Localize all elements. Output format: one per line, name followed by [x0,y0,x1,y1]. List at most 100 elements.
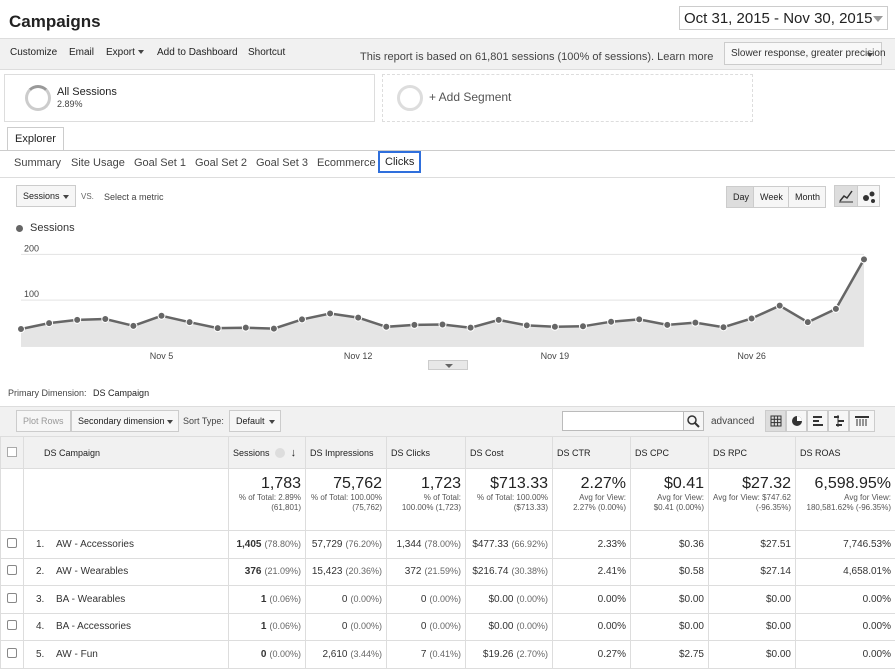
data-point[interactable] [410,320,419,329]
row-checkbox-cell[interactable] [0,530,24,559]
data-point[interactable] [635,315,644,324]
day-button[interactable]: Day [726,186,754,208]
add-segment-button[interactable]: + Add Segment [382,74,753,122]
week-button[interactable]: Week [753,186,789,208]
row-checkbox[interactable] [7,565,17,576]
data-point[interactable] [747,314,756,323]
header-ds-cpc[interactable]: DS CPC [630,436,709,469]
header-ds-campaign[interactable]: DS Campaign [23,436,229,469]
data-point[interactable] [101,314,110,323]
plot-rows-button[interactable]: Plot Rows [16,410,71,432]
row-checkbox[interactable] [7,647,17,658]
header-ds-impressions[interactable]: DS Impressions [305,436,387,469]
subtab-site-usage[interactable]: Site Usage [71,157,125,169]
data-point[interactable] [241,323,250,332]
metric-dropdown[interactable]: Sessions [16,185,76,207]
header-ds-roas[interactable]: DS ROAS [795,436,895,469]
data-point[interactable] [663,320,672,329]
data-point[interactable] [298,315,306,324]
email-button[interactable]: Email [69,47,94,58]
subtab-summary[interactable]: Summary [14,157,61,169]
search-button[interactable] [683,411,704,431]
subtab-clicks[interactable]: Clicks [378,151,422,173]
data-point[interactable] [382,322,391,331]
row-checkbox[interactable] [7,592,17,603]
data-point[interactable] [213,324,222,333]
view-pie-button[interactable] [786,410,807,432]
data-point[interactable] [719,323,728,332]
shortcut-button[interactable]: Shortcut [248,47,285,58]
table-row[interactable]: 3. BA - Wearables 1 (0.06%) 0 (0.00%) 0 (0.00%)… [0,585,895,614]
subtab-goal-set-2[interactable]: Goal Set 2 [195,157,247,169]
data-point[interactable] [466,323,475,332]
data-point[interactable] [522,321,531,330]
row-checkbox-cell[interactable] [0,640,24,669]
line-chart-button[interactable] [834,185,858,207]
data-point[interactable] [607,317,616,326]
data-point[interactable] [860,255,868,264]
data-point[interactable] [129,321,138,330]
tab-explorer[interactable]: Explorer [7,127,64,151]
table-search-input[interactable] [562,411,684,431]
add-to-dashboard-button[interactable]: Add to Dashboard [157,47,238,58]
table-row[interactable]: 1. AW - Accessories 1,405 (78.80%) 57,729 (76… [0,530,895,559]
segment-all-sessions[interactable]: All Sessions 2.89% [4,74,375,122]
table-row[interactable]: 5. AW - Fun 0 (0.00%) 2,610 (3.44%) 7 (0.41%) $1… [0,640,895,669]
export-button[interactable]: Export [106,47,144,58]
primary-dimension-value[interactable]: DS Campaign [93,388,149,398]
data-point[interactable] [803,318,812,327]
sort-type-dropdown[interactable]: Default [229,410,281,432]
secondary-dimension-dropdown[interactable]: Secondary dimension [71,410,179,432]
subtab-goal-set-1[interactable]: Goal Set 1 [134,157,186,169]
header-ds-clicks[interactable]: DS Clicks [386,436,466,469]
precision-dropdown[interactable]: Slower response, greater precision [724,42,886,65]
view-performance-button[interactable] [807,410,828,432]
row-checkbox[interactable] [7,620,17,631]
customize-button[interactable]: Customize [10,47,57,58]
data-point[interactable] [550,322,559,331]
data-point[interactable] [438,320,447,329]
data-point[interactable] [579,322,587,331]
header-ds-cost[interactable]: DS Cost [465,436,553,469]
campaign-link[interactable]: BA - Accessories [56,621,131,632]
data-point[interactable] [691,318,700,327]
month-button[interactable]: Month [788,186,826,208]
subtab-ecommerce[interactable]: Ecommerce [317,157,376,169]
row-checkbox-cell[interactable] [0,557,24,586]
row-checkbox[interactable] [7,537,17,548]
data-point[interactable] [17,325,25,334]
date-range-picker[interactable]: Oct 31, 2015 - Nov 30, 2015 [679,6,888,30]
data-point[interactable] [831,304,840,313]
select-all-checkbox[interactable] [7,446,17,457]
view-comparison-button[interactable] [828,410,849,432]
advanced-link[interactable]: advanced [711,416,754,427]
view-pivot-button[interactable] [849,410,875,432]
campaign-link[interactable]: AW - Wearables [56,566,128,577]
help-icon[interactable] [275,448,286,459]
table-row[interactable]: 4. BA - Accessories 1 (0.06%) 0 (0.00%) 0 (0.00… [0,612,895,641]
data-point[interactable] [494,315,503,324]
data-point[interactable] [269,324,278,333]
data-point[interactable] [326,309,335,318]
select-metric-link[interactable]: Select a metric [104,192,164,202]
view-table-button[interactable] [765,410,786,432]
row-checkbox-cell[interactable] [0,612,24,641]
data-point[interactable] [73,315,82,324]
header-ds-rpc[interactable]: DS RPC [708,436,796,469]
data-point[interactable] [775,301,784,310]
campaign-link[interactable]: AW - Fun [56,649,98,660]
header-sessions[interactable]: Sessions ↓ [228,436,306,469]
data-point[interactable] [45,319,54,328]
data-point[interactable] [185,318,194,327]
data-point[interactable] [354,313,363,322]
table-row[interactable]: 2. AW - Wearables 376 (21.09%) 15,423 (20.36%… [0,557,895,586]
campaign-link[interactable]: BA - Wearables [56,594,125,605]
header-ds-ctr[interactable]: DS CTR [552,436,631,469]
select-all-cell[interactable] [0,436,24,469]
motion-chart-button[interactable] [857,185,880,207]
subtab-goal-set-3[interactable]: Goal Set 3 [256,157,308,169]
data-point[interactable] [157,311,166,320]
campaign-link[interactable]: AW - Accessories [56,539,134,550]
row-checkbox-cell[interactable] [0,585,24,614]
chart-expand-handle[interactable] [428,360,468,370]
